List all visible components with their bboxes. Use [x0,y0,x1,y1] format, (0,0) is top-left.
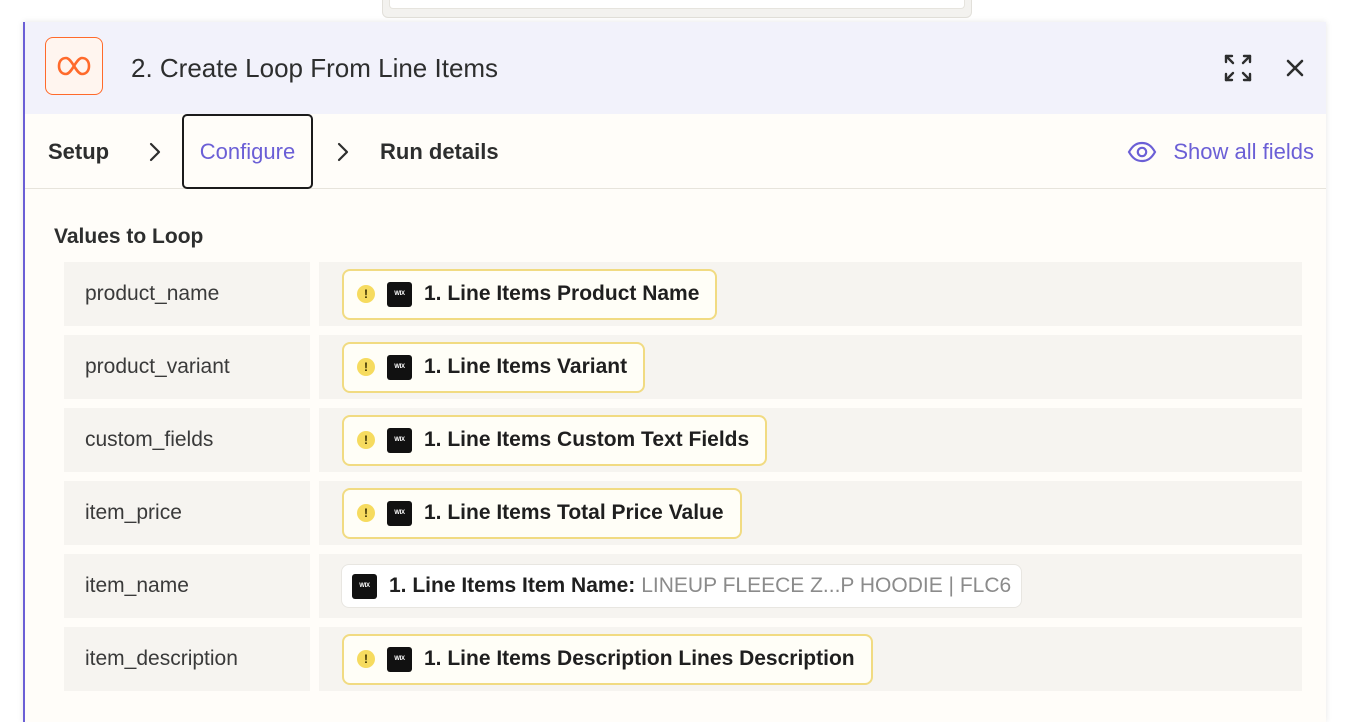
field-key[interactable]: product_variant [64,335,310,399]
expand-button[interactable] [1221,52,1255,84]
page-title: 2. Create Loop From Line Items [131,53,499,83]
section-label: Values to Loop [54,225,204,248]
panel-header: 2. Create Loop From Line Items [25,22,1326,114]
wix-app-icon: WIX [387,646,412,672]
mapped-field-label: 1. Line Items Total Price Value [424,501,724,524]
field-value-cell[interactable]: ! WIX 1. Line Items Description Lines De… [319,627,1302,691]
mapped-field-label: 1. Line Items Product Name [424,282,700,305]
warning-icon: ! [357,358,375,376]
close-button[interactable] [1279,52,1311,84]
expand-icon [1224,54,1252,82]
tab-run-details[interactable]: Run details [380,114,499,189]
wix-app-icon: WIX [387,281,412,307]
mapped-field-pill[interactable]: WIX 1. Line Items Item Name: LINEUP FLEE… [341,564,1023,608]
field-value-cell[interactable]: ! WIX 1. Line Items Total Price Value [319,481,1302,545]
warning-icon: ! [357,504,375,522]
show-all-fields-label: Show all fields [1173,138,1314,164]
mapped-field-pill[interactable]: ! WIX 1. Line Items Total Price Value [342,487,742,539]
field-value-cell[interactable]: WIX 1. Line Items Item Name: LINEUP FLEE… [319,554,1302,618]
chevron-right-icon [337,142,349,162]
field-value-cell[interactable]: ! WIX 1. Line Items Product Name [319,262,1302,326]
eye-icon [1128,141,1157,162]
mapped-field-label: 1. Line Items Variant [424,355,628,378]
step-tabs: Setup Configure Run details Show all fie… [25,114,1326,189]
mapped-field-pill[interactable]: ! WIX 1. Line Items Product Name [342,268,718,320]
sample-value: LINEUP FLEECE Z...P HOODIE | FLC6 [641,574,1012,597]
field-value-cell[interactable]: ! WIX 1. Line Items Variant [319,335,1302,399]
field-key[interactable]: item_description [64,627,310,691]
show-all-fields-button[interactable]: Show all fields [1127,114,1314,189]
warning-icon: ! [357,285,375,303]
wix-app-icon: WIX [387,427,412,453]
mapped-field-pill[interactable]: ! WIX 1. Line Items Description Lines De… [342,633,873,685]
chevron-right-icon [149,142,161,162]
field-value-cell[interactable]: ! WIX 1. Line Items Custom Text Fields [319,408,1302,472]
field-key[interactable]: product_name [64,262,310,326]
mapped-field-label: 1. Line Items Custom Text Fields [424,428,750,451]
loop-icon [45,37,103,95]
warning-icon: ! [357,431,375,449]
wix-app-icon: WIX [387,354,412,380]
step-panel: 2. Create Loop From Line Items Setup Con… [23,22,1326,722]
mapped-field-pill[interactable]: ! WIX 1. Line Items Custom Text Fields [342,414,768,466]
close-icon [1286,59,1304,77]
wix-app-icon: WIX [352,573,377,599]
mapped-field-pill[interactable]: ! WIX 1. Line Items Variant [342,341,646,393]
warning-icon: ! [357,650,375,668]
tab-setup[interactable]: Setup [48,114,109,189]
field-key[interactable]: item_name [64,554,310,618]
field-key[interactable]: item_price [64,481,310,545]
wix-app-icon: WIX [387,500,412,526]
background-window-edge [382,0,972,18]
mapped-field-label: 1. Line Items Description Lines Descript… [424,647,855,670]
field-key[interactable]: custom_fields [64,408,310,472]
tab-configure[interactable]: Configure [182,114,313,189]
mapped-field-label: 1. Line Items Item Name: [389,574,636,597]
